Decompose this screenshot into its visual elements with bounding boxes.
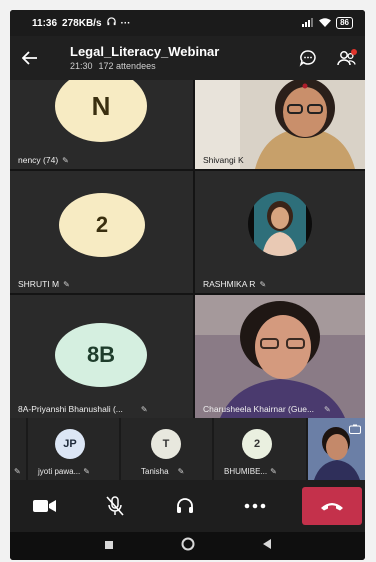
meeting-header: Legal_Literacy_Webinar 21:30 172 attende… [10, 36, 365, 80]
participant-name: nency (74) [18, 155, 59, 165]
participant-name: jyoti pawa... [38, 467, 81, 476]
participant-strip: ✎ JP jyoti pawa... ✎ T Tanisha ✎ 2 BHUMIBE… [10, 418, 365, 480]
call-controls [10, 480, 365, 532]
self-video-tile[interactable] [308, 418, 365, 480]
mic-off-icon: ✎ [270, 467, 277, 476]
status-bar: 11:36 278KB/s ··· 86 [10, 10, 365, 36]
wifi-icon [319, 17, 332, 29]
status-time: 11:36 [32, 17, 58, 29]
arrow-left-icon [22, 51, 37, 65]
participants-button[interactable] [327, 36, 365, 80]
more-horizontal-icon [244, 503, 266, 509]
participant-name: BHUMIBE... [224, 467, 268, 476]
circle-icon [181, 537, 194, 550]
system-nav-bar [10, 532, 365, 560]
participant-video-tile[interactable]: Charusheela Khairnar (Gue... ✎ [195, 295, 365, 418]
recents-button[interactable] [104, 537, 114, 555]
headphones-icon [106, 17, 116, 29]
audio-output-button[interactable] [150, 480, 220, 532]
participant-name: Tanisha [141, 467, 169, 476]
participant-name: SHRUTI M [18, 279, 60, 289]
back-button[interactable] [10, 36, 50, 80]
avatar: 2 [59, 193, 145, 257]
more-options-button[interactable] [220, 480, 290, 532]
phone-screen: 11:36 278KB/s ··· 86 Legal_Literacy_Webi… [10, 10, 365, 560]
meeting-elapsed: 21:30 [70, 61, 93, 71]
triangle-back-icon [262, 539, 271, 549]
participant-tile[interactable]: N nency (74) ✎ [10, 80, 193, 169]
participant-name: RASHMIKA R [203, 279, 256, 289]
mic-off-icon: ✎ [83, 467, 90, 476]
participant-tile[interactable]: 8B 8A-Priyanshi Bhanushali (... ✎ [10, 295, 193, 418]
home-button[interactable] [181, 537, 195, 556]
video-grid: N nency (74) ✎ Shivangi K 2 SHRUTI M ✎ R… [10, 80, 365, 418]
status-more: ··· [120, 17, 131, 29]
chat-button[interactable] [289, 36, 327, 80]
participant-tile[interactable]: T Tanisha ✎ [121, 418, 212, 480]
meeting-title: Legal_Literacy_Webinar [70, 44, 220, 59]
meeting-info: Legal_Literacy_Webinar 21:30 172 attende… [50, 44, 289, 72]
mic-off-icon: ✎ [14, 467, 21, 476]
person-video [195, 295, 365, 418]
video-camera-icon [33, 500, 56, 512]
signal-icon [302, 17, 314, 29]
back-nav-button[interactable] [262, 537, 272, 555]
attendee-count: 172 attendees [98, 61, 156, 71]
participant-tile-partial[interactable]: ✎ [10, 418, 26, 480]
battery-indicator: 86 [336, 17, 353, 29]
avatar: N [55, 80, 147, 142]
headset-icon [177, 498, 193, 513]
participant-video-tile[interactable]: Shivangi K [195, 80, 365, 169]
hang-up-icon [321, 503, 343, 511]
square-icon [104, 541, 113, 549]
camera-switch-icon[interactable] [349, 421, 361, 439]
profile-photo [248, 192, 312, 256]
mic-off-icon: ✎ [140, 404, 148, 414]
mic-off-icon: ✎ [177, 467, 185, 476]
participant-name: Shivangi K [203, 155, 244, 165]
participant-tile[interactable]: 2 SHRUTI M ✎ [10, 171, 193, 293]
end-call-button[interactable] [302, 487, 362, 525]
avatar: 2 [242, 429, 272, 459]
network-speed: 278KB/s [62, 17, 102, 29]
participant-tile[interactable]: 2 BHUMIBE... ✎ [214, 418, 306, 480]
participant-name: 8A-Priyanshi Bhanushali (... [18, 404, 123, 414]
mic-off-icon: ✎ [324, 404, 331, 414]
camera-toggle-button[interactable] [10, 480, 80, 532]
participant-name: Charusheela Khairnar (Gue... [203, 404, 315, 414]
participant-tile[interactable]: RASHMIKA R ✎ [195, 171, 365, 293]
avatar: T [151, 429, 181, 459]
mic-off-icon: ✎ [63, 279, 70, 289]
mic-muted-icon [106, 496, 124, 516]
chat-icon [299, 50, 316, 67]
microphone-toggle-button[interactable] [80, 480, 150, 532]
notification-dot [351, 49, 357, 55]
avatar: 8B [55, 323, 147, 387]
participant-tile[interactable]: JP jyoti pawa... ✎ [28, 418, 119, 480]
avatar: JP [55, 429, 85, 459]
mic-off-icon: ✎ [62, 155, 69, 165]
mic-off-icon: ✎ [259, 279, 267, 289]
